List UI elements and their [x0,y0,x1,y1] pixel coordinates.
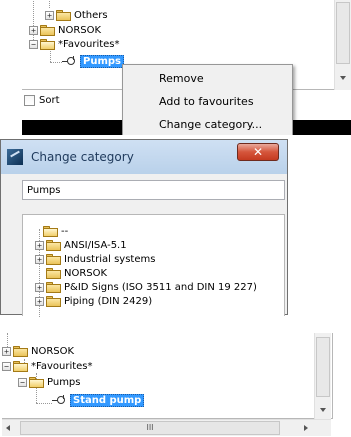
tree-node-label: *Favourites* [58,39,120,50]
menu-item-change-category[interactable]: Change category... [123,113,292,135]
horizontal-scrollbar[interactable]: III [2,419,331,436]
scroll-left-arrow-icon[interactable] [6,425,10,431]
symbol-tree-panel-top: + Others + NORSOK − *Favourites* Pumps S… [0,0,351,135]
expand-icon[interactable]: + [35,255,44,264]
pump-icon [52,395,68,406]
open-folder-icon [29,377,44,388]
tree-node-pumps[interactable]: Pumps [62,55,124,68]
category-node-pid-signs[interactable]: + P&ID Signs (ISO 3511 and DIN 19 227) [35,281,257,294]
change-category-dialog: Change category ✕ Pumps -- + ANSI/ISA-5.… [0,139,288,317]
vertical-scrollbar[interactable] [334,0,351,90]
collapse-icon[interactable]: − [2,362,11,371]
tree-node-stand-pump[interactable]: Stand pump [52,394,145,407]
tree-node-root[interactable]: -- [43,225,68,238]
folder-icon [46,282,61,293]
category-node-label: NORSOK [64,268,108,279]
dialog-title: Change category [31,150,134,164]
tree-node-favourites[interactable]: − *Favourites* [29,38,120,51]
tree-node-pumps-category[interactable]: − Pumps [18,376,81,389]
category-node-label: ANSI/ISA-5.1 [64,240,127,251]
scroll-right-arrow-icon[interactable] [304,425,308,431]
scroll-down-arrow-icon[interactable] [320,408,326,412]
expand-icon[interactable]: + [2,347,11,356]
dialog-app-icon [7,149,23,165]
tree-node-label: *Favourites* [31,361,93,372]
scrollbar-thumb-horizontal[interactable]: III [20,421,280,435]
collapse-icon[interactable]: − [18,378,27,387]
category-input-value: Pumps [27,184,61,196]
tree-node-others[interactable]: + Others [45,9,108,22]
vertical-scrollbar[interactable] [314,333,331,419]
close-icon[interactable]: ✕ [237,143,279,161]
symbol-tree-panel-bottom: + NORSOK − *Favourites* − Pumps Stand pu… [0,333,351,437]
open-folder-icon [13,361,28,372]
folder-icon [40,25,55,36]
category-node-norsok[interactable]: NORSOK [46,267,107,280]
category-node-industrial-systems[interactable]: + Industrial systems [35,253,155,266]
sort-option[interactable]: Sort [24,95,60,106]
sort-label: Sort [39,95,60,106]
folder-icon [56,10,71,21]
tree-node-label-selected: Stand pump [70,394,145,407]
collapse-icon[interactable]: − [29,40,38,49]
folder-icon [46,240,61,251]
category-node-piping[interactable]: + Piping (DIN 2429) [35,295,152,308]
scroll-down-arrow-icon[interactable] [340,76,346,80]
left-edge-strip [0,0,22,135]
tree-node-favourites[interactable]: − *Favourites* [2,360,93,373]
category-input[interactable]: Pumps [22,180,285,200]
expand-icon[interactable]: + [35,283,44,292]
tree-node-label: Others [74,10,108,21]
tree-node-norsok[interactable]: + NORSOK [2,345,74,358]
category-node-label: Industrial systems [64,254,156,265]
scrollbar-thumb[interactable] [316,337,330,397]
menu-item-remove[interactable]: Remove [123,67,292,89]
folder-icon [46,296,61,307]
folder-icon [46,254,61,265]
menu-item-add-to-favourites[interactable]: Add to favourites [123,90,292,112]
tree-node-label-selected: Pumps [80,55,124,68]
expand-icon[interactable]: + [35,297,44,306]
tree-view-updated: + NORSOK − *Favourites* − Pumps Stand pu… [2,333,333,419]
folder-icon [46,268,61,279]
context-menu: Remove Add to favourites Change category… [122,64,293,135]
sort-checkbox[interactable] [24,95,35,106]
tree-node-label: NORSOK [31,346,75,357]
open-folder-icon [43,226,58,237]
category-node-label: Piping (DIN 2429) [64,296,153,307]
tree-node-label: -- [61,226,69,237]
pump-icon [62,56,78,67]
scrollbar-thumb[interactable] [336,2,350,64]
expand-icon[interactable]: + [45,11,54,20]
expand-icon[interactable]: + [35,241,44,250]
dialog-titlebar[interactable]: Change category ✕ [1,140,287,174]
category-node-label: P&ID Signs (ISO 3511 and DIN 19 227) [64,282,257,293]
folder-icon [13,346,28,357]
tree-node-norsok[interactable]: + NORSOK [29,24,101,37]
category-node-ansi-isa[interactable]: + ANSI/ISA-5.1 [35,239,127,252]
expand-icon[interactable]: + [29,26,38,35]
open-folder-icon [40,39,55,50]
tree-node-label: NORSOK [58,25,102,36]
category-tree: -- + ANSI/ISA-5.1 + Industrial systems N… [22,214,285,317]
tree-node-label: Pumps [47,377,81,388]
